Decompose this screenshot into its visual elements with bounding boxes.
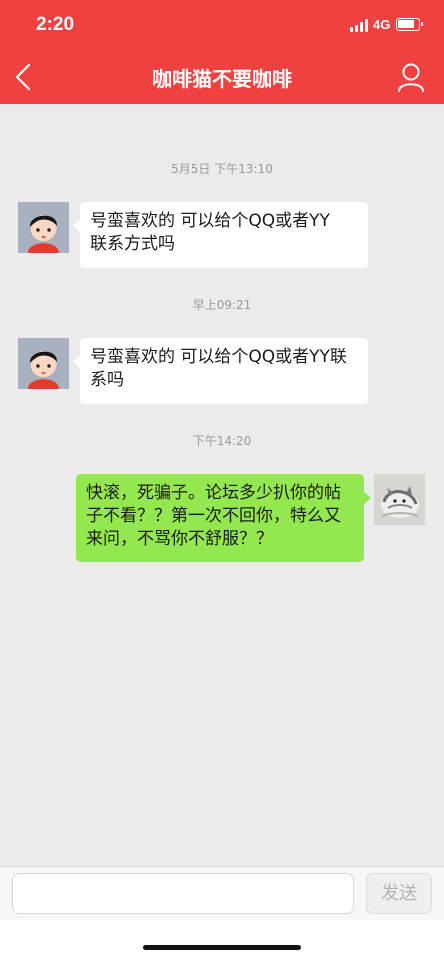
message-text: 来问，不骂你不舒服？？ [86, 529, 273, 549]
bubble-tail [73, 356, 80, 368]
message-bubble-incoming[interactable]: 号蛮喜欢的 可以给个QQ或者YY 联系方式吗 [80, 202, 368, 268]
home-indicator-area [0, 920, 444, 960]
avatar-self[interactable] [374, 474, 425, 525]
avatar[interactable] [18, 202, 69, 253]
avatar[interactable] [18, 338, 69, 389]
page-title: 咖啡猫不要咖啡 [152, 67, 292, 91]
bubble-tail [73, 220, 80, 232]
timestamp: 5月5日 下午13:10 [171, 162, 273, 176]
send-button[interactable]: 发送 [366, 873, 432, 914]
back-button[interactable] [12, 62, 36, 92]
signal-icon [350, 19, 370, 32]
message-text: 快滚，死骗子。论坛多少扒你的帖 [86, 483, 341, 503]
composer-bar: 发送 [0, 866, 444, 920]
timestamp: 下午14:20 [192, 434, 252, 448]
network-type: 4G [373, 17, 391, 32]
battery-icon [396, 18, 423, 31]
bubble-tail [364, 492, 371, 504]
message-text: 系吗 [90, 370, 124, 390]
home-indicator[interactable] [143, 945, 301, 950]
status-bar: 2:20 4G [0, 0, 444, 52]
chat-area[interactable]: 5月5日 下午13:10 号蛮喜欢的 可以给个QQ或者YY 联系方式吗 早上09… [0, 104, 444, 866]
message-text: 联系方式吗 [90, 234, 175, 254]
timestamp: 早上09:21 [192, 298, 252, 312]
chevron-left-icon [15, 63, 31, 91]
message-text: 号蛮喜欢的 可以给个QQ或者YY [90, 211, 330, 231]
message-text: 子不看？？第一次不回你，特么又 [86, 506, 341, 526]
message-input[interactable] [12, 873, 354, 914]
message-bubble-outgoing[interactable]: 快滚，死骗子。论坛多少扒你的帖 子不看？？第一次不回你，特么又 来问，不骂你不舒… [76, 474, 364, 562]
profile-button[interactable] [397, 62, 425, 92]
status-time: 2:20 [36, 14, 75, 35]
header: 2:20 4G 咖啡猫不要咖啡 [0, 0, 444, 104]
message-bubble-incoming[interactable]: 号蛮喜欢的 可以给个QQ或者YY联 系吗 [80, 338, 368, 404]
person-icon [398, 63, 424, 92]
message-text: 号蛮喜欢的 可以给个QQ或者YY联 [90, 347, 347, 367]
